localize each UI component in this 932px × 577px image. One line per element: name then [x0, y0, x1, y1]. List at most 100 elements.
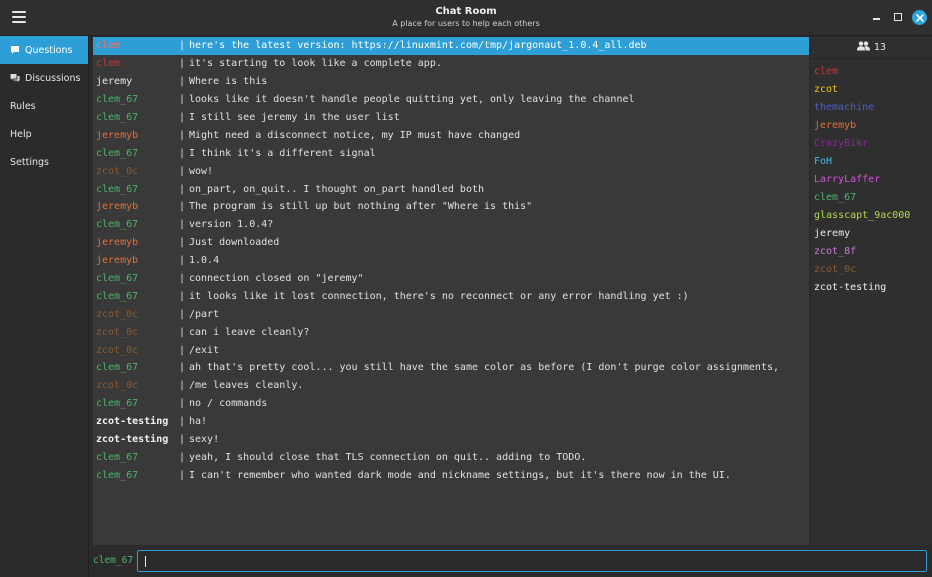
close-icon[interactable] — [912, 10, 927, 25]
message-nick[interactable]: jeremy — [93, 76, 179, 87]
user-list-item[interactable]: zcot — [811, 80, 932, 98]
message-text: looks like it doesn't handle people quit… — [189, 94, 635, 106]
message-text: The program is still up but nothing afte… — [189, 201, 533, 213]
title-block: Chat Room A place for users to help each… — [0, 6, 932, 28]
user-list: 13 clem zcot themachine jeremyb CrazyBikr FoH… — [811, 37, 932, 545]
message-nick[interactable]: jeremyb — [93, 255, 179, 266]
message-text: /me leaves cleanly. — [189, 380, 304, 392]
message-input[interactable] — [137, 550, 927, 572]
message-text: it looks like it lost connection, there'… — [189, 290, 689, 302]
chat-message: zcot_0c | can i leave cleanly? — [93, 323, 809, 341]
chat-message: clem_67 | no / commands — [93, 395, 809, 413]
message-nick[interactable]: jeremyb — [93, 201, 179, 212]
sidebar-item-label: Discussions — [25, 72, 81, 84]
sidebar-item-label: Help — [10, 128, 32, 140]
chat-message: clem_67 | ah that's pretty cool... you sti… — [93, 359, 809, 377]
message-nick[interactable]: clem — [93, 58, 179, 69]
header-bar: Chat Room A place for users to help each… — [0, 0, 932, 36]
chat-message: zcot_0c |/part — [93, 305, 809, 323]
minimize-icon[interactable] — [870, 10, 884, 24]
user-list-item[interactable]: jeremy — [811, 224, 932, 242]
message-nick[interactable]: zcot-testing — [93, 434, 179, 445]
message-nick[interactable]: clem_67 — [93, 291, 179, 302]
sidebar: Questions Discussions Rules Help Settings — [0, 36, 89, 577]
message-nick[interactable]: zcot_0c — [93, 309, 179, 320]
user-list-item[interactable]: clem_67 — [811, 188, 932, 206]
message-separator: | — [179, 380, 186, 392]
message-separator: | — [179, 398, 186, 410]
user-list-item[interactable]: glasscapt_9ac000 — [811, 206, 932, 224]
user-list-item[interactable]: FoH — [811, 152, 932, 170]
users: clem zcot themachine jeremyb CrazyBikr FoH Lar… — [811, 59, 932, 296]
message-text: no / commands — [189, 398, 268, 410]
sidebar-item-settings[interactable]: Settings — [0, 148, 88, 176]
sidebar-item-label: Rules — [10, 100, 36, 112]
message-nick[interactable]: clem_67 — [93, 470, 179, 481]
window-subtitle: A place for users to help each others — [392, 19, 540, 28]
window-title: Chat Room — [435, 6, 497, 17]
message-nick[interactable]: zcot_0c — [93, 166, 179, 177]
message-separator: | — [179, 469, 186, 481]
user-list-item[interactable]: LarryLaffer — [811, 170, 932, 188]
message-text: Might need a disconnect notice, my IP mu… — [189, 129, 521, 141]
chat-log[interactable]: clem | here's the latest version: https://… — [93, 37, 809, 545]
message-nick[interactable]: zcot_0c — [93, 380, 179, 391]
message-separator: | — [179, 416, 186, 428]
message-text: sexy! — [189, 434, 220, 446]
message-text: I think it's a different signal — [189, 147, 376, 159]
text-caret — [145, 556, 146, 567]
sidebar-item-label: Settings — [10, 156, 49, 168]
message-nick[interactable]: jeremyb — [93, 237, 179, 248]
chat-message: clem_67 | I can't remember who wanted dark… — [93, 466, 809, 484]
sidebar-item-rules[interactable]: Rules — [0, 92, 88, 120]
chat-message: clem_67 | I still see jeremy in the user l… — [93, 109, 809, 127]
message-separator: | — [179, 201, 186, 213]
message-nick[interactable]: clem_67 — [93, 148, 179, 159]
message-nick[interactable]: clem_67 — [93, 362, 179, 373]
maximize-icon[interactable] — [891, 10, 905, 24]
message-nick[interactable]: jeremyb — [93, 130, 179, 141]
sidebar-item-help[interactable]: Help — [0, 120, 88, 148]
user-list-item[interactable]: jeremyb — [811, 116, 932, 134]
user-list-item[interactable]: clem — [811, 62, 932, 80]
message-nick[interactable]: zcot_0c — [93, 327, 179, 338]
message-nick[interactable]: clem_67 — [93, 219, 179, 230]
message-separator: | — [179, 290, 186, 302]
message-separator: | — [179, 76, 186, 88]
message-nick[interactable]: zcot_0c — [93, 345, 179, 356]
message-nick[interactable]: zcot-testing — [93, 416, 179, 427]
message-separator: | — [179, 219, 186, 231]
message-text: can i leave cleanly? — [189, 326, 310, 338]
message-nick[interactable]: clem_67 — [93, 452, 179, 463]
chat-message: jeremyb | Just downloaded — [93, 234, 809, 252]
sidebar-item-questions[interactable]: Questions — [0, 36, 88, 64]
user-list-item[interactable]: zcot_8f — [811, 242, 932, 260]
message-text: I still see jeremy in the user list — [189, 112, 400, 123]
message-nick[interactable]: clem_67 — [93, 112, 179, 123]
chat-message: zcot-testing | ha! — [93, 413, 809, 431]
input-bar: clem_67 — [89, 545, 932, 577]
message-separator: | — [179, 165, 186, 177]
message-nick[interactable]: clem_67 — [93, 273, 179, 284]
message-text: /part — [189, 308, 220, 320]
message-separator: | — [179, 362, 186, 374]
chat-message: clem_67 | on_part, on_quit.. I thought on_… — [93, 180, 809, 198]
chat-bubbles-icon — [10, 73, 20, 83]
message-nick[interactable]: clem_67 — [93, 94, 179, 105]
message-separator: | — [179, 58, 186, 70]
chat-message: clem_67 | it looks like it lost connection… — [93, 287, 809, 305]
message-separator: | — [179, 255, 186, 267]
chat-message: clem | it's starting to look like a comple… — [93, 55, 809, 73]
message-text: it's starting to look like a complete ap… — [189, 58, 442, 70]
message-text: Just downloaded — [189, 237, 280, 249]
message-nick[interactable]: clem_67 — [93, 184, 179, 195]
sidebar-item-discussions[interactable]: Discussions — [0, 64, 88, 92]
chat-message: clem_67 | I think it's a different signal — [93, 144, 809, 162]
message-text: ha! — [189, 416, 208, 428]
message-nick[interactable]: clem — [93, 40, 179, 51]
user-list-item[interactable]: CrazyBikr — [811, 134, 932, 152]
user-list-item[interactable]: themachine — [811, 98, 932, 116]
user-list-item[interactable]: zcot-testing — [811, 278, 932, 296]
user-list-item[interactable]: zcot_0c — [811, 260, 932, 278]
message-nick[interactable]: clem_67 — [93, 398, 179, 409]
